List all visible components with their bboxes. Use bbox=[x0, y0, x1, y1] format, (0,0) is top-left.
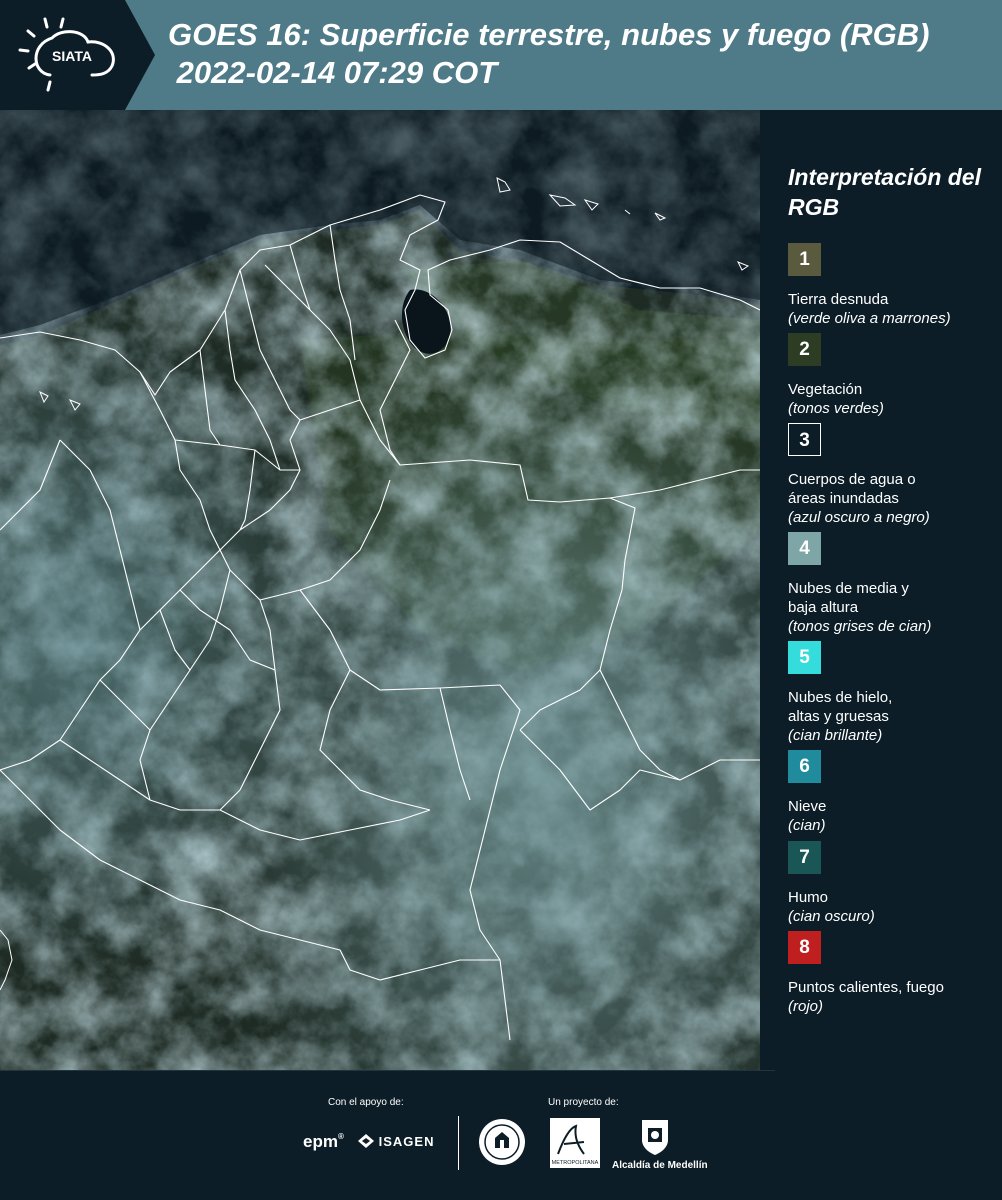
legend-item-humo: 7 Humo (cian oscuro) bbox=[788, 841, 998, 926]
legend-swatch-5: 5 bbox=[788, 641, 821, 674]
legend-label-2: Vegetación bbox=[788, 381, 863, 398]
legend-title: Interpretación del RGB bbox=[788, 164, 981, 220]
legend-item-tierra-desnuda: 1 Tierra desnuda (verde oliva a marrones… bbox=[788, 243, 998, 328]
legend-sub-7: (cian oscuro) bbox=[788, 908, 875, 925]
legend-item-nieve: 6 Nieve (cian) bbox=[788, 750, 998, 835]
alcaldia-label: Alcaldía de Medellín bbox=[612, 1160, 708, 1171]
legend-item-nubes-media: 4 Nubes de media y baja altura (tonos gr… bbox=[788, 532, 998, 636]
legend-label-6: Nieve bbox=[788, 798, 827, 815]
epm-logo-text: epm bbox=[303, 1132, 338, 1151]
legend-sub-2: (tonos verdes) bbox=[788, 400, 884, 417]
legend-label-3: Cuerpos de agua o áreas inundadas bbox=[788, 471, 916, 507]
legend-swatch-7: 7 bbox=[788, 841, 821, 874]
legend-swatch-1: 1 bbox=[788, 243, 821, 276]
legend-item-fuego: 8 Puntos calientes, fuego (rojo) bbox=[788, 931, 998, 1016]
isagen-logo-text: ISAGEN bbox=[378, 1134, 435, 1149]
legend-label-7: Humo bbox=[788, 889, 829, 906]
legend-panel: Interpretación del RGB 1 Tierra desnuda … bbox=[760, 110, 1002, 1070]
footer-divider-line bbox=[0, 1070, 775, 1071]
header-bar: SIATA GOES 16: Superficie terrestre, nub… bbox=[0, 0, 1002, 110]
university-seal-icon[interactable] bbox=[478, 1118, 526, 1166]
legend-sub-3: (azul oscuro a negro) bbox=[788, 509, 930, 526]
title-line-2: 2022-02-14 07:29 COT bbox=[168, 55, 498, 90]
legend-swatch-3: 3 bbox=[788, 423, 821, 456]
support-label: Con el apoyo de: bbox=[328, 1097, 404, 1108]
footer-vertical-divider bbox=[458, 1116, 459, 1170]
isagen-mark-icon bbox=[358, 1134, 374, 1148]
legend-swatch-6: 6 bbox=[788, 750, 821, 783]
area-metropolitana-logo[interactable]: METROPOLITANA bbox=[550, 1118, 600, 1168]
legend-sub-4: (tonos grises de cian) bbox=[788, 618, 932, 635]
project-label: Un proyecto de: bbox=[548, 1097, 619, 1108]
area-metropolitana-text: METROPOLITANA bbox=[552, 1160, 599, 1166]
legend-item-vegetacion: 2 Vegetación (tonos verdes) bbox=[788, 333, 998, 418]
epm-logo[interactable]: epm® bbox=[303, 1132, 344, 1152]
title-line-1: GOES 16: Superficie terrestre, nubes y f… bbox=[168, 17, 930, 52]
legend-label-1: Tierra desnuda bbox=[788, 291, 889, 308]
footer-sponsors: Con el apoyo de: Un proyecto de: epm® IS… bbox=[0, 1070, 1002, 1200]
alcaldia-shield-icon[interactable] bbox=[640, 1118, 670, 1156]
legend-swatch-8: 8 bbox=[788, 931, 821, 964]
legend-sub-8: (rojo) bbox=[788, 998, 824, 1015]
satellite-map[interactable] bbox=[0, 110, 760, 1070]
legend-item-cuerpos-de-agua: 3 Cuerpos de agua o áreas inundadas (azu… bbox=[788, 423, 998, 527]
legend-sub-5: (cian brillante) bbox=[788, 727, 883, 744]
legend-label-5: Nubes de hielo, altas y gruesas bbox=[788, 689, 893, 725]
legend-swatch-4: 4 bbox=[788, 532, 821, 565]
legend-item-nubes-hielo: 5 Nubes de hielo, altas y gruesas (cian … bbox=[788, 641, 998, 745]
legend-sub-1: (verde oliva a marrones) bbox=[788, 310, 951, 327]
legend-label-4: Nubes de media y baja altura bbox=[788, 580, 909, 616]
page-title: GOES 16: Superficie terrestre, nubes y f… bbox=[168, 16, 998, 92]
legend-label-8: Puntos calientes, fuego bbox=[788, 979, 944, 996]
logo-text: SIATA bbox=[52, 48, 92, 64]
isagen-logo[interactable]: ISAGEN bbox=[358, 1134, 434, 1149]
legend-sub-6: (cian) bbox=[788, 817, 826, 834]
siata-logo[interactable]: SIATA bbox=[0, 0, 155, 110]
legend-swatch-2: 2 bbox=[788, 333, 821, 366]
